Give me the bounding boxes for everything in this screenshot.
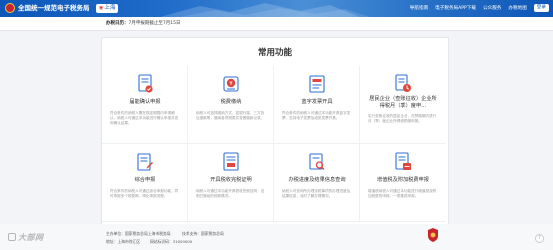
watermark-logo: 大部网	[8, 232, 44, 243]
comprehensive-declaration-icon	[137, 153, 153, 171]
login-button[interactable]: 登录	[533, 4, 549, 12]
footer-tech-support: 技术支持：国家税务总局	[182, 231, 224, 236]
tax-calendar-text[interactable]: 7月申报期截止至7月15日	[129, 21, 181, 26]
common-functions-panel: 常用功能 届能确认申报 符合条件的纳税人需在规定期限内申请确认，纳税人可通过本功…	[101, 37, 449, 235]
card-title: 综合申报	[134, 177, 156, 183]
footer-address: 地址：上海市徐汇区	[106, 239, 141, 244]
tax-payment-icon: ¥	[223, 76, 239, 92]
card-blue-invoice-issue[interactable]: 蓝字发票开具 符合条件的纳税人可通过本功能开具蓝字发票，支持电子发票及纸质发票开…	[274, 66, 360, 144]
nav-app-download[interactable]: 电子税务局APP下载	[435, 3, 476, 14]
card-description: 符合条件的纳税人需在规定期限内申请确认，纳税人可通过本功能进行确认申报并查询确认…	[110, 111, 179, 126]
card-description: 符合条件的纳税人可通过综合申报功能，同时申报多个税费种，简化申报流程。	[110, 189, 179, 199]
document-confirm-icon	[138, 74, 153, 93]
card-vat-declaration[interactable]: 增值税及附加税费申报 增值税纳税人可通过本功能进行增值税及附加税费的申报，一表集…	[360, 144, 446, 222]
region-selector[interactable]: ◉上海	[96, 4, 119, 13]
police-badge-icon[interactable]	[428, 228, 438, 242]
card-description: 符合条件的纳税人可通过本功能开具蓝字发票，支持电子发票及纸质发票开具。	[282, 111, 351, 121]
invoice-icon	[309, 75, 325, 93]
svg-text:¥: ¥	[229, 81, 232, 87]
card-description: 增值税纳税人可通过本功能进行增值税及附加税费的申报，一表集成申报。	[368, 189, 437, 199]
watermark-text: 大部网	[18, 233, 44, 242]
location-pin-icon: ◉	[99, 5, 104, 11]
card-title: 开具税收完税证明	[210, 177, 252, 183]
nav-guide[interactable]: 导航指南	[410, 3, 428, 14]
card-title: 届能确认申报	[129, 99, 161, 105]
card-description: 纳税人可查询所办理涉税事项的办理进度及结果信息，及时了解办理情况。	[282, 189, 351, 199]
card-progress-query[interactable]: 办税进度及结果信息查询 纳税人可查询所办理涉税事项的办理进度及结果信息，及时了解…	[274, 144, 360, 222]
panel-title: 常用功能	[257, 48, 292, 58]
card-title: 蓝字发票开具	[301, 99, 333, 105]
region-label: 上海	[104, 5, 116, 11]
card-description: 纳税人可选择缴纳方式，如银行端、三方协议缴款等，缴纳各项税费并查看缴款记录。	[196, 111, 265, 121]
national-emblem-icon	[5, 3, 15, 13]
corporate-declaration-icon	[395, 74, 411, 92]
card-title: 居民企业（查账征收）企业所得税月（季）度申…	[369, 96, 437, 109]
watermark-mark-icon	[8, 233, 16, 241]
progress-query-icon	[309, 153, 325, 170]
card-description: 纳税人可通过本功能开具税收完税证明，证明已缴纳的税款情况。	[196, 189, 265, 199]
nav-public-service[interactable]: 公众服务	[483, 3, 501, 14]
card-qualification-confirmation[interactable]: 届能确认申报 符合条件的纳税人需在规定期限内申请确认，纳税人可通过本功能进行确认…	[102, 66, 188, 144]
card-title: 税费缴纳	[220, 99, 242, 105]
top-header: 全国统一规范电子税务局 ◉上海 导航指南 电子税务局APP下载 公众服务 办税地…	[0, 0, 553, 17]
footer-site-code: 网站标识码：31000000	[150, 239, 193, 244]
tax-calendar-notice: 办税日历：7月申报期截止至7月15日	[106, 20, 180, 27]
card-description: 实行查账征收的居民企业，在预缴期内进行月（季）度企业所得税预缴申报。	[368, 114, 437, 124]
footer-sponsor: 主办单位：国家税务总局上海市税务局	[106, 231, 171, 236]
card-comprehensive-declaration[interactable]: 综合申报 符合条件的纳税人可通过综合申报功能，同时申报多个税费种，简化申报流程。	[102, 144, 188, 222]
nav-tax-map[interactable]: 办税地图	[508, 3, 526, 14]
page-footer	[0, 224, 553, 250]
card-corporate-income-tax[interactable]: 居民企业（查账征收）企业所得税月（季）度申… 实行查账征收的居民企业，在预缴期内…	[360, 66, 446, 144]
tax-calendar-bar: 办税日历：7月申报期截止至7月15日	[0, 17, 553, 31]
card-tax-payment[interactable]: ¥ 税费缴纳 纳税人可选择缴纳方式，如银行端、三方协议缴款等，缴纳各项税费并查看…	[188, 66, 274, 144]
top-navigation: 导航指南 电子税务局APP下载 公众服务 办税地图 登录	[410, 3, 549, 14]
card-title: 办税进度及结果信息查询	[288, 177, 346, 183]
tax-calendar-label: 办税日历：	[106, 21, 129, 26]
vat-declaration-icon	[395, 152, 411, 170]
card-title: 增值税及附加税费申报	[377, 177, 429, 183]
tax-certificate-icon	[223, 152, 239, 171]
help-icon[interactable]: ?	[535, 234, 544, 243]
card-tax-certificate[interactable]: 开具税收完税证明 纳税人可通过本功能开具税收完税证明，证明已缴纳的税款情况。	[188, 144, 274, 222]
site-title[interactable]: 全国统一规范电子税务局	[18, 2, 90, 14]
